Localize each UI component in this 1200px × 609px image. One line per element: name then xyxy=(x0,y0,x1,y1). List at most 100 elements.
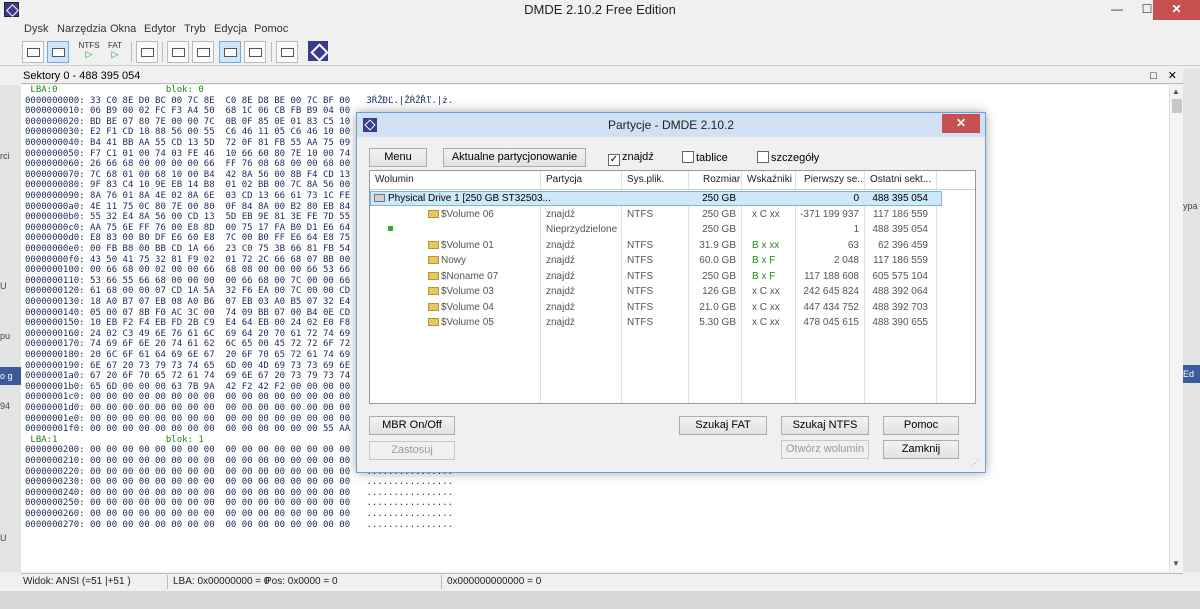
panel-controls[interactable]: □ ✕ xyxy=(1150,69,1181,82)
hex-row[interactable]: 0000000120: 61 68 00 00 07 CD 1A 5A 32 F… xyxy=(25,286,350,297)
text-view-button[interactable] xyxy=(192,41,214,63)
hex-row[interactable]: 0000000230: 00 00 00 00 00 00 00 00 00 0… xyxy=(25,477,453,488)
dialog-title-bar[interactable]: Partycje - DMDE 2.10.2 ✕ xyxy=(357,113,985,137)
sector-view-button[interactable] xyxy=(219,41,241,63)
menu-editor[interactable]: Edytor xyxy=(144,23,176,35)
disk-select-button[interactable] xyxy=(22,41,44,63)
volume-name: $Volume 06 xyxy=(441,208,494,220)
column-header-partition[interactable]: Partycja xyxy=(546,174,582,185)
column-header-volume[interactable]: Wolumin xyxy=(375,174,414,185)
current-partitioning-button[interactable]: Aktualne partycjonowanie xyxy=(443,148,586,167)
partitions-button[interactable] xyxy=(47,41,69,63)
hex-row[interactable]: 00000001f0: 00 00 00 00 00 00 00 00 00 0… xyxy=(25,424,350,435)
hex-row[interactable]: 00000001a0: 67 20 6F 70 65 72 61 74 69 6… xyxy=(25,371,350,382)
cell-volume: Nowy xyxy=(428,253,466,268)
tables-checkbox[interactable]: tablice xyxy=(682,151,728,165)
copy-sectors-button[interactable] xyxy=(276,41,298,63)
table-row[interactable]: Nieprzydzielone 250 GB 1 488 395 054 xyxy=(370,222,975,237)
search-ntfs-button[interactable]: Szukaj NTFS xyxy=(781,416,869,435)
table-row[interactable]: Physical Drive 1 [250 GB ST32503... 250 G… xyxy=(370,191,975,206)
hex-row[interactable]: 0000000020: BD BE 07 80 7E 00 00 7C 0B 0… xyxy=(25,117,350,128)
column-header-first-sector[interactable]: Pierwszy se... xyxy=(804,174,866,185)
menu-button[interactable]: Menu xyxy=(369,148,427,167)
hex-row[interactable]: 0000000000: 33 C0 8E D0 BC 00 7C 8E C0 8… xyxy=(25,96,453,107)
menu-help[interactable]: Pomoc xyxy=(254,23,288,35)
hex-row[interactable]: 0000000150: 10 EB F2 F4 EB FD 2B C9 E4 6… xyxy=(25,318,350,329)
column-header-indicators[interactable]: Wskaźniki xyxy=(747,174,792,185)
hex-row[interactable]: 0000000170: 74 69 6F 6E 20 74 61 62 6C 6… xyxy=(25,339,350,350)
menu-tools[interactable]: Narzędzia xyxy=(57,23,107,35)
hex-row[interactable]: 0000000030: E2 F1 CD 18 88 56 00 55 C6 4… xyxy=(25,127,350,138)
close-dialog-button[interactable]: Zamknij xyxy=(883,440,959,459)
hex-row[interactable]: 0000000070: 7C 68 01 00 68 10 00 B4 42 8… xyxy=(25,170,350,181)
hex-row[interactable]: 0000000140: 05 00 07 8B F0 AC 3C 00 74 0… xyxy=(25,308,350,319)
hex-row[interactable]: 0000000100: 00 66 68 00 02 00 00 66 68 0… xyxy=(25,265,350,276)
hex-row[interactable]: 0000000180: 20 6C 6F 61 64 69 6E 67 20 6… xyxy=(25,350,350,361)
scroll-up-icon[interactable]: ▲ xyxy=(1172,87,1180,96)
column-header-last-sector[interactable]: Ostatni sekt... xyxy=(870,174,931,185)
vertical-scrollbar[interactable]: ▲ ▼ xyxy=(1169,85,1183,572)
hex-row[interactable]: 00000001e0: 00 00 00 00 00 00 00 00 00 0… xyxy=(25,414,350,425)
partitions-table[interactable]: Wolumin Partycja Sys.plik. Rozmiar Wskaź… xyxy=(369,170,976,404)
sector-header-line[interactable]: LBA:0 blok: 0 xyxy=(25,85,203,96)
apply-button[interactable]: Zastosuj xyxy=(369,441,455,460)
hex-row[interactable]: 0000000110: 53 66 55 66 68 00 00 00 00 6… xyxy=(25,276,350,287)
table-row[interactable]: $Volume 06 znajdź NTFS 250 GB x C xx -371 199… xyxy=(370,207,975,222)
details-checkbox[interactable]: szczegóły xyxy=(757,151,819,165)
ntfs-search-button[interactable]: NTFS ▷ xyxy=(77,41,101,59)
scroll-thumb[interactable] xyxy=(1172,99,1182,113)
menu-disk[interactable]: Dysk xyxy=(24,23,48,35)
find-button[interactable] xyxy=(244,41,266,63)
hex-row[interactable]: 0000000190: 6E 67 20 73 79 73 74 65 6D 0… xyxy=(25,361,350,372)
column-header-size[interactable]: Rozmiar xyxy=(703,174,740,185)
hex-row[interactable]: 00000001b0: 65 6D 00 00 00 63 7B 9A 42 F… xyxy=(25,382,350,393)
hex-row[interactable]: 0000000090: 8A 76 01 8A 4E 02 8A 6E 03 C… xyxy=(25,191,350,202)
table-row[interactable]: $Volume 03 znajdź NTFS 126 GB x C xx 242 645 … xyxy=(370,284,975,299)
table-row[interactable]: $Noname 07 znajdź NTFS 250 GB B x F 117 188 6… xyxy=(370,269,975,284)
hex-row[interactable]: 0000000050: F7 C1 01 00 74 03 FE 46 10 6… xyxy=(25,149,350,160)
found-checkbox[interactable]: ✓ znajdź xyxy=(608,151,654,166)
hex-row[interactable]: 0000000080: 9F 83 C4 10 9E EB 14 B8 01 0… xyxy=(25,180,350,191)
hex-row[interactable]: 00000000f0: 43 50 41 75 32 81 F9 02 01 7… xyxy=(25,255,350,266)
hex-row[interactable]: 00000000b0: 55 32 E4 8A 56 00 CD 13 5D E… xyxy=(25,212,350,223)
hex-row[interactable]: 0000000010: 06 B9 00 02 FC F3 A4 50 68 1… xyxy=(25,106,350,117)
menu-edit[interactable]: Edycja xyxy=(214,23,247,35)
close-window-button[interactable]: ✕ xyxy=(1153,0,1200,20)
hex-row[interactable]: 0000000240: 00 00 00 00 00 00 00 00 00 0… xyxy=(25,488,453,499)
hex-row[interactable]: 0000000130: 18 A0 B7 07 EB 08 A0 B6 07 E… xyxy=(25,297,350,308)
fat-search-button[interactable]: FAT ▷ xyxy=(103,41,127,59)
search-fat-button[interactable]: Szukaj FAT xyxy=(679,416,767,435)
table-row[interactable]: Nowy znajdź NTFS 60.0 GB B x F 2 048 117 186 5… xyxy=(370,253,975,268)
hex-row[interactable]: 00000001c0: 00 00 00 00 00 00 00 00 00 0… xyxy=(25,392,350,403)
menu-windows[interactable]: Okna xyxy=(110,23,136,35)
hex-row[interactable]: 0000000160: 24 02 C3 49 6E 76 61 6C 69 6… xyxy=(25,329,350,340)
hex-row[interactable]: 0000000040: B4 41 BB AA 55 CD 13 5D 72 0… xyxy=(25,138,350,149)
hex-row[interactable]: 00000000c0: AA 75 6E FF 76 00 E8 8D 00 7… xyxy=(25,223,350,234)
hex-row[interactable]: 0000000260: 00 00 00 00 00 00 00 00 00 0… xyxy=(25,509,453,520)
status-bar: Widok: ANSI (=51 |+51 ) LBA: 0x00000000 … xyxy=(21,573,1183,590)
hex-row[interactable]: 00000000a0: 4E 11 75 0C 80 7E 00 80 0F 8… xyxy=(25,202,350,213)
dmde-logo-icon[interactable] xyxy=(308,41,328,61)
mbr-toggle-button[interactable]: MBR On/Off xyxy=(369,416,455,435)
hex-row[interactable]: 0000000060: 26 66 68 00 00 00 00 66 FF 7… xyxy=(25,159,350,170)
dialog-close-button[interactable]: ✕ xyxy=(942,114,980,133)
help-button[interactable]: Pomoc xyxy=(883,416,959,435)
table-row[interactable]: $Volume 01 znajdź NTFS 31.9 GB B x xx 63 62 39… xyxy=(370,238,975,253)
scroll-down-icon[interactable]: ▼ xyxy=(1172,559,1180,568)
hex-row[interactable]: 00000000e0: 00 FB B8 00 BB CD 1A 66 23 C… xyxy=(25,244,350,255)
file-button[interactable] xyxy=(136,41,158,63)
hex-row[interactable]: 0000000250: 00 00 00 00 00 00 00 00 00 0… xyxy=(25,498,453,509)
resize-grip-icon[interactable]: ⋰ xyxy=(971,459,979,468)
open-volume-button[interactable]: Otwórz wolumin xyxy=(781,440,869,459)
column-header-filesystem[interactable]: Sys.plik. xyxy=(627,174,664,185)
sector-header-line[interactable]: LBA:1 blok: 1 xyxy=(25,435,203,446)
hex-row[interactable]: 0000000270: 00 00 00 00 00 00 00 00 00 0… xyxy=(25,520,453,531)
table-row[interactable]: $Volume 05 znajdź NTFS 5.30 GB x C xx 478 045… xyxy=(370,315,975,330)
cell-filesystem: NTFS xyxy=(627,208,654,220)
cell-filesystem: NTFS xyxy=(627,286,654,297)
menu-mode[interactable]: Tryb xyxy=(184,23,206,35)
hex-row[interactable]: 00000001d0: 00 00 00 00 00 00 00 00 00 0… xyxy=(25,403,350,414)
hex-view-button[interactable] xyxy=(167,41,189,63)
hex-row[interactable]: 00000000d0: E8 83 00 B0 DF E6 60 E8 7C 0… xyxy=(25,233,350,244)
table-row[interactable]: $Volume 04 znajdź NTFS 21.0 GB x C xx 447 434… xyxy=(370,300,975,315)
